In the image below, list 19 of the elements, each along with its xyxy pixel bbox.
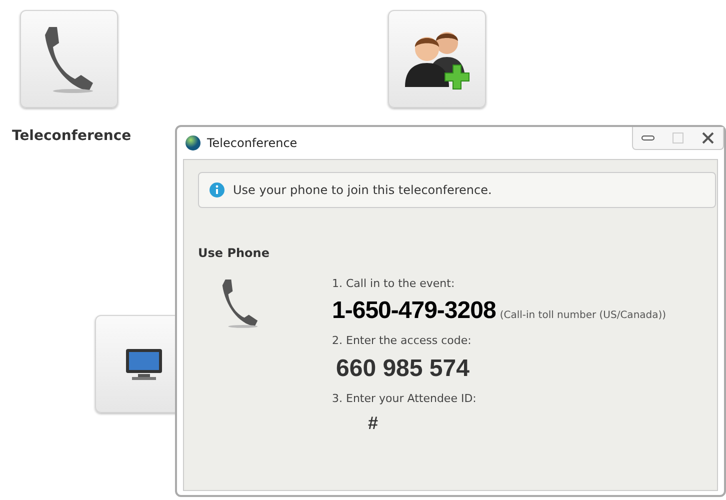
info-text: Use your phone to join this teleconference. (233, 182, 492, 199)
number-note: (Call-in toll number (US/Canada)) (500, 308, 666, 322)
window-title: Teleconference (207, 135, 298, 152)
info-icon (209, 182, 225, 198)
globe-icon (185, 135, 201, 151)
access-code: 660 985 574 (336, 354, 470, 384)
step-label: 1. Call in to the event: (332, 276, 456, 292)
minimize-icon (641, 134, 655, 142)
step-label: 2. Enter the access code: (332, 332, 472, 348)
tile-label: Teleconference (12, 127, 132, 146)
attendee-id: # (368, 412, 378, 434)
monitor-icon (124, 347, 164, 381)
maximize-icon (672, 132, 684, 144)
close-icon (701, 131, 715, 145)
section-heading: Use Phone (198, 245, 270, 262)
phone-number: 1-650-479-3208 (332, 296, 496, 326)
app-tile[interactable] (20, 10, 118, 108)
step-label: 3. Enter your Attendee ID: (332, 391, 478, 407)
app-tile[interactable] (388, 10, 486, 108)
